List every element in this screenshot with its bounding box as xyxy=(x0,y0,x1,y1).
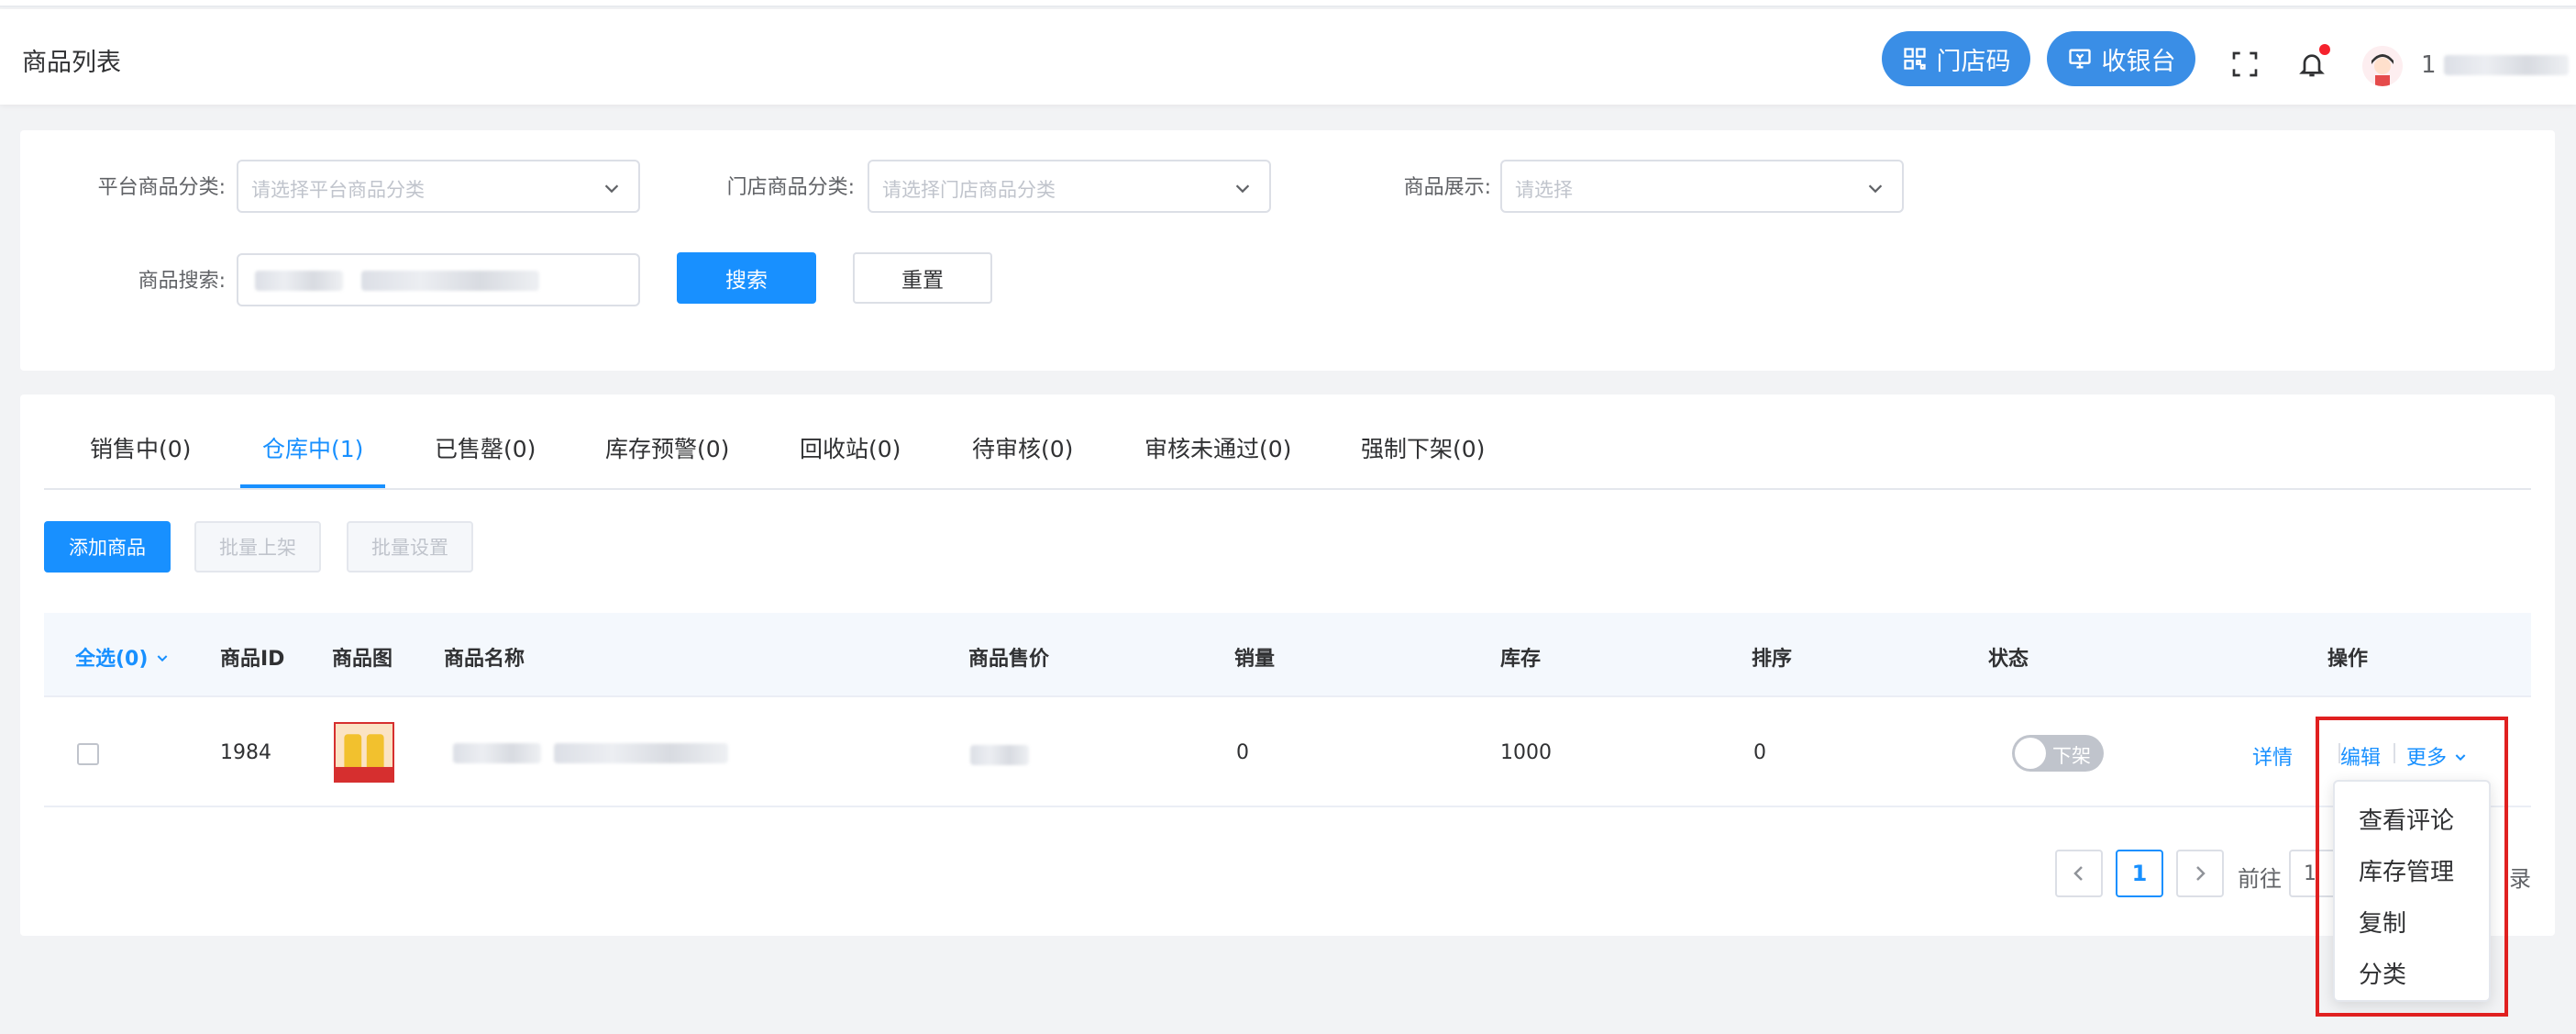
cashier-monitor-icon xyxy=(2068,49,2091,69)
more-dropdown-menu: 查看评论 库存管理 复制 分类 xyxy=(2333,780,2491,1002)
chevron-down-icon xyxy=(2455,754,2466,762)
search-button[interactable]: 搜索 xyxy=(677,252,816,304)
user-name[interactable]: 1 xyxy=(2421,51,2569,79)
row-checkbox[interactable] xyxy=(77,743,99,765)
store-code-label: 门店码 xyxy=(1936,47,2011,76)
batch-on-shelf-button[interactable]: 批量上架 xyxy=(194,521,321,573)
menu-item-stock-management[interactable]: 库存管理 xyxy=(2359,853,2454,887)
product-list-panel: 销售中(0) 仓库中(1) 已售罄(0) 库存预警(0) 回收站(0) 待审核(… xyxy=(20,395,2555,936)
status-toggle-label: 下架 xyxy=(2052,745,2091,767)
platform-category-select[interactable]: 请选择平台商品分类 xyxy=(237,160,640,213)
avatar[interactable] xyxy=(2362,46,2403,86)
page-title: 商品列表 xyxy=(22,49,121,77)
col-stock: 库存 xyxy=(1500,648,1542,671)
redacted-price xyxy=(970,745,1029,765)
menu-item-category[interactable]: 分类 xyxy=(2359,956,2406,990)
tab-review-rejected[interactable]: 审核未通过(0) xyxy=(1144,431,1291,464)
display-select[interactable]: 请选择 xyxy=(1500,160,1904,213)
menu-item-copy[interactable]: 复制 xyxy=(2359,905,2406,939)
platform-category-placeholder: 请选择平台商品分类 xyxy=(251,179,425,201)
col-price: 商品售价 xyxy=(968,648,1050,671)
select-all-toggle[interactable]: 全选(0) xyxy=(75,642,170,672)
notification-badge xyxy=(2319,44,2330,55)
redacted-search-text xyxy=(255,271,343,291)
status-toggle[interactable]: 下架 xyxy=(2012,735,2104,772)
product-image-icon xyxy=(336,724,392,781)
table-row: 1984 0 1000 0 下架 详情 编辑 更多 xyxy=(44,697,2531,807)
cashier-label: 收银台 xyxy=(2101,47,2176,76)
active-tab-indicator xyxy=(240,484,385,488)
chevron-left-icon xyxy=(2073,866,2083,881)
chevron-down-icon xyxy=(604,184,619,194)
col-sort: 排序 xyxy=(1752,648,1793,671)
batch-settings-button[interactable]: 批量设置 xyxy=(347,521,473,573)
avatar-face-icon xyxy=(2362,46,2403,86)
chevron-down-icon xyxy=(157,655,168,662)
status-tabs: 销售中(0) 仓库中(1) 已售罄(0) 库存预警(0) 回收站(0) 待审核(… xyxy=(44,395,2531,490)
detail-link[interactable]: 详情 xyxy=(2252,741,2293,771)
col-product-name: 商品名称 xyxy=(444,648,525,671)
chevron-right-icon xyxy=(2196,866,2206,881)
op-divider xyxy=(2394,743,2395,763)
tab-recycle-bin[interactable]: 回收站(0) xyxy=(800,431,901,464)
table-header: 全选(0) 商品ID 商品图 商品名称 商品售价 销量 库存 排序 状态 操作 xyxy=(44,613,2531,697)
more-link[interactable]: 更多 xyxy=(2406,741,2468,771)
product-id: 1984 xyxy=(220,741,271,764)
tab-sold-out[interactable]: 已售罄(0) xyxy=(435,431,536,464)
search-input[interactable] xyxy=(237,253,640,306)
tab-stock-warning[interactable]: 库存预警(0) xyxy=(605,431,729,464)
top-edge xyxy=(0,0,2576,7)
redacted-search-text xyxy=(361,271,539,291)
tab-forced-off-shelf[interactable]: 强制下架(0) xyxy=(1361,431,1485,464)
store-code-button[interactable]: 门店码 xyxy=(1882,31,2030,86)
pagination-tail-text: 录 xyxy=(2509,866,2531,892)
tab-in-warehouse[interactable]: 仓库中(1) xyxy=(262,431,363,464)
tab-pending-review[interactable]: 待审核(0) xyxy=(972,431,1073,464)
chevron-down-icon xyxy=(1868,184,1883,194)
sort-value: 0 xyxy=(1753,741,1766,764)
redacted-product-name xyxy=(453,743,541,763)
store-category-label: 门店商品分类: xyxy=(726,176,855,199)
redacted-product-name xyxy=(554,743,728,763)
menu-item-view-reviews[interactable]: 查看评论 xyxy=(2359,802,2454,836)
col-product-id: 商品ID xyxy=(220,648,285,671)
platform-category-label: 平台商品分类: xyxy=(97,176,226,199)
display-label: 商品展示: xyxy=(1403,176,1491,199)
store-category-placeholder: 请选择门店商品分类 xyxy=(882,179,1056,201)
chevron-down-icon xyxy=(1235,184,1250,194)
tab-on-sale[interactable]: 销售中(0) xyxy=(90,431,191,464)
prev-page-button[interactable] xyxy=(2055,850,2103,897)
header-bar: 商品列表 门店码 收银台 1 xyxy=(0,9,2576,105)
display-placeholder: 请选择 xyxy=(1515,179,1573,201)
col-operations: 操作 xyxy=(2327,648,2369,671)
col-status: 状态 xyxy=(1988,648,2029,671)
col-sales: 销量 xyxy=(1234,648,1276,671)
toggle-knob xyxy=(2015,738,2046,769)
redacted-username xyxy=(2443,55,2569,75)
product-thumbnail[interactable] xyxy=(334,722,394,783)
store-category-select[interactable]: 请选择门店商品分类 xyxy=(868,160,1271,213)
sales-count: 0 xyxy=(1236,741,1249,764)
filter-panel: 平台商品分类: 请选择平台商品分类 门店商品分类: 请选择门店商品分类 商品展示… xyxy=(20,130,2555,371)
page-1-button[interactable]: 1 xyxy=(2116,850,2163,897)
goto-label: 前往 xyxy=(2238,866,2282,892)
stock-count: 1000 xyxy=(1500,741,1552,764)
edit-link[interactable]: 编辑 xyxy=(2340,741,2381,771)
reset-button[interactable]: 重置 xyxy=(853,252,992,304)
fullscreen-icon[interactable] xyxy=(2230,50,2260,79)
add-product-button[interactable]: 添加商品 xyxy=(44,521,171,573)
cashier-button[interactable]: 收银台 xyxy=(2047,31,2195,86)
col-product-image: 商品图 xyxy=(332,648,393,671)
qr-grid-icon xyxy=(1903,48,1926,70)
next-page-button[interactable] xyxy=(2176,850,2224,897)
search-label: 商品搜索: xyxy=(138,270,226,293)
